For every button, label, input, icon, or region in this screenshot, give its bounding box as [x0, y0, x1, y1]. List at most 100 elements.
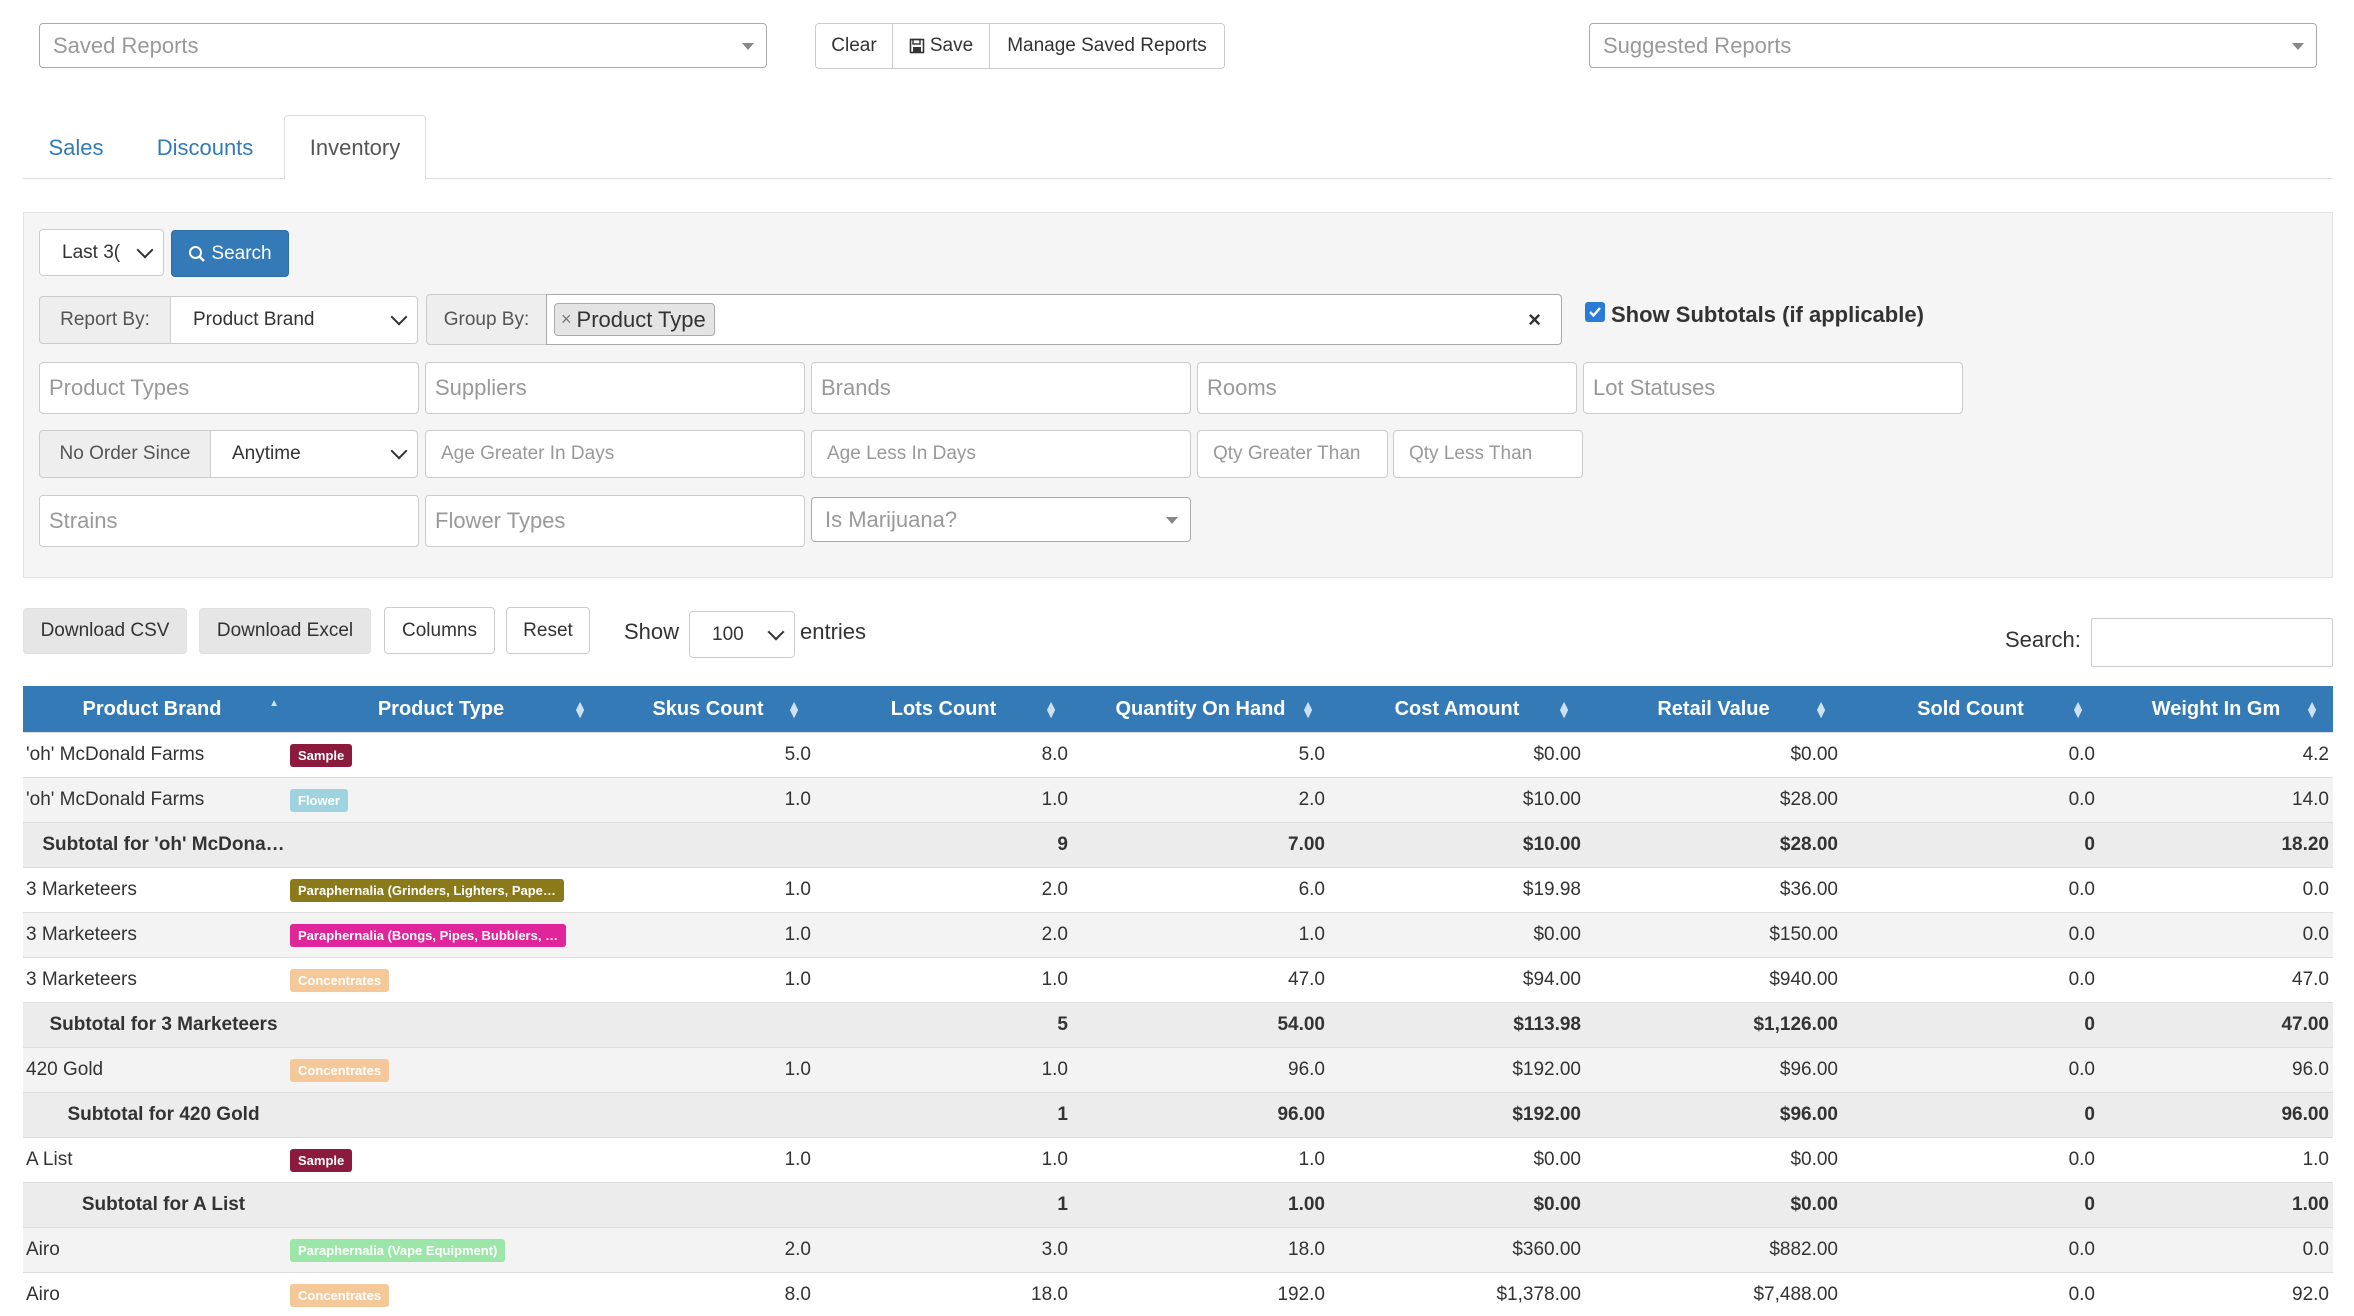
period-select[interactable]: Last 3( — [39, 229, 164, 276]
weight-cell: 4.2 — [2099, 732, 2333, 778]
tab-discounts[interactable]: Discounts — [136, 117, 274, 179]
group-by-tag[interactable]: × Product Type — [554, 303, 715, 336]
lots-cell: 2.0 — [815, 912, 1072, 958]
report-table: Product Brand ▲ Product Type ▲ ▼ Skus Count ▲ ▼… — [23, 686, 2333, 1316]
brand-cell: 420 Gold — [23, 1047, 281, 1093]
qty-cell: 47.0 — [1072, 957, 1329, 1003]
lots-cell: 1.0 — [815, 777, 1072, 823]
manage-saved-reports-label: Manage Saved Reports — [1007, 35, 1207, 56]
skus-cell: 2.0 — [601, 1227, 815, 1273]
sort-icon: ▲ ▼ — [1044, 697, 1058, 721]
weight-cell: 47.0 — [2099, 957, 2333, 1003]
report-table-wrapper: Product Brand ▲ Product Type ▲ ▼ Skus Count ▲ ▼… — [23, 686, 2333, 1316]
qty-cell: 7.00 — [1072, 822, 1329, 868]
weight-cell: 0.0 — [2099, 912, 2333, 958]
sold-cell: 0.0 — [1842, 1272, 2099, 1316]
flower-types-input[interactable]: Flower Types — [425, 495, 805, 547]
brands-input[interactable]: Brands — [811, 362, 1191, 414]
tab-inventory[interactable]: Inventory — [284, 115, 426, 180]
age-greater-placeholder: Age Greater In Days — [441, 443, 615, 464]
column-header-cost-amount[interactable]: Cost Amount ▲ ▼ — [1329, 686, 1585, 733]
cost-cell: $10.00 — [1329, 822, 1585, 868]
weight-cell: 47.00 — [2099, 1002, 2333, 1048]
weight-cell: 96.00 — [2099, 1092, 2333, 1138]
no-order-since-value: Anytime — [232, 443, 301, 464]
column-header-retail-value[interactable]: Retail Value ▲ ▼ — [1585, 686, 1842, 733]
qty-greater-placeholder: Qty Greater Than — [1213, 443, 1361, 464]
clear-selection-icon[interactable]: × — [1528, 307, 1541, 333]
group-by-label: Group By: — [426, 294, 547, 345]
cost-cell: $94.00 — [1329, 957, 1585, 1003]
column-header-lots-count[interactable]: Lots Count ▲ ▼ — [815, 686, 1072, 733]
subtotal-label: Subtotal for A List — [23, 1182, 601, 1228]
tab-sales-label: Sales — [48, 135, 104, 160]
column-header-weight-in-gm[interactable]: Weight In Gm ▲ ▼ — [2099, 686, 2333, 733]
suppliers-input[interactable]: Suppliers — [425, 362, 805, 414]
type-cell: Paraphernalia (Grinders, Lighters, Pape… — [281, 867, 601, 913]
subtotal-row: Subtotal for 'oh' McDona… 9 7.00 $10.00 $28.… — [23, 822, 2333, 868]
product-type-badge: Sample — [290, 743, 353, 767]
qty-greater-input[interactable]: Qty Greater Than — [1197, 430, 1388, 478]
column-header-skus-count[interactable]: Skus Count ▲ ▼ — [601, 686, 815, 733]
sold-cell: 0.0 — [1842, 732, 2099, 778]
group-by-multiselect[interactable]: × Product Type × — [546, 294, 1562, 345]
table-search-input[interactable] — [2091, 618, 2333, 667]
column-header-quantity-on-hand[interactable]: Quantity On Hand ▲ ▼ — [1072, 686, 1329, 733]
skus-cell: 5.0 — [601, 732, 815, 778]
product-types-input[interactable]: Product Types — [39, 362, 419, 414]
show-subtotals-checkbox[interactable] — [1585, 302, 1605, 322]
qty-less-input[interactable]: Qty Less Than — [1393, 430, 1583, 478]
remove-tag-icon[interactable]: × — [561, 309, 572, 330]
lot-statuses-input[interactable]: Lot Statuses — [1583, 362, 1963, 414]
saved-reports-placeholder: Saved Reports — [53, 32, 199, 58]
reset-label: Reset — [523, 619, 573, 641]
column-header-product-type[interactable]: Product Type ▲ ▼ — [281, 686, 601, 733]
manage-saved-reports-button[interactable]: Manage Saved Reports — [989, 23, 1225, 69]
weight-cell: 96.0 — [2099, 1047, 2333, 1093]
qty-cell: 1.0 — [1072, 1137, 1329, 1183]
tab-inventory-label: Inventory — [309, 134, 401, 160]
retail-cell: $96.00 — [1585, 1047, 1842, 1093]
column-header-label: Skus Count — [652, 697, 764, 720]
table-row: 3 Marketeers Concentrates 1.0 1.0 47.0 $94.00… — [23, 957, 2333, 1003]
product-type-badge: Sample — [290, 1148, 353, 1172]
table-row: 3 Marketeers Paraphernalia (Grinders, Lig… — [23, 867, 2333, 913]
no-order-since-select[interactable]: Anytime — [210, 430, 418, 478]
search-button[interactable]: Search — [171, 230, 289, 277]
download-excel-button[interactable]: Download Excel — [199, 608, 371, 654]
table-header-row: Product Brand ▲ Product Type ▲ ▼ Skus Count ▲ ▼… — [23, 686, 2333, 733]
age-less-input[interactable]: Age Less In Days — [811, 430, 1191, 478]
qty-cell: 54.00 — [1072, 1002, 1329, 1048]
sort-icon: ▲ ▼ — [1301, 697, 1315, 721]
sort-icon: ▲ ▼ — [573, 697, 587, 721]
retail-cell: $28.00 — [1585, 777, 1842, 823]
column-header-sold-count[interactable]: Sold Count ▲ ▼ — [1842, 686, 2099, 733]
download-csv-button[interactable]: Download CSV — [23, 608, 187, 654]
columns-button[interactable]: Columns — [384, 607, 495, 654]
sort-ascending-icon: ▲ — [269, 698, 279, 709]
clear-button[interactable]: Clear — [815, 23, 893, 69]
sold-cell: 0 — [1842, 1092, 2099, 1138]
tab-sales[interactable]: Sales — [28, 117, 124, 179]
reset-button[interactable]: Reset — [506, 607, 590, 654]
cost-cell: $10.00 — [1329, 777, 1585, 823]
skus-cell: 1.0 — [601, 867, 815, 913]
is-marijuana-select[interactable]: Is Marijuana? — [811, 497, 1191, 542]
entries-select[interactable]: 100 — [689, 611, 795, 658]
age-greater-input[interactable]: Age Greater In Days — [425, 430, 805, 478]
column-header-product-brand[interactable]: Product Brand ▲ — [23, 686, 281, 733]
skus-cell — [601, 1002, 815, 1048]
report-by-select[interactable]: Product Brand — [170, 296, 418, 344]
saved-reports-select[interactable]: Saved Reports — [39, 23, 767, 68]
column-header-label: Cost Amount — [1394, 697, 1520, 720]
cost-cell: $19.98 — [1329, 867, 1585, 913]
qty-cell: 1.0 — [1072, 912, 1329, 958]
suppliers-placeholder: Suppliers — [435, 375, 527, 400]
period-value: Last 3( — [62, 241, 121, 263]
brand-cell: 'oh' McDonald Farms — [23, 732, 281, 778]
rooms-input[interactable]: Rooms — [1197, 362, 1577, 414]
suggested-reports-select[interactable]: Suggested Reports — [1589, 23, 2317, 68]
save-button[interactable]: Save — [892, 23, 990, 69]
strains-input[interactable]: Strains — [39, 495, 419, 547]
sold-cell: 0.0 — [1842, 1047, 2099, 1093]
